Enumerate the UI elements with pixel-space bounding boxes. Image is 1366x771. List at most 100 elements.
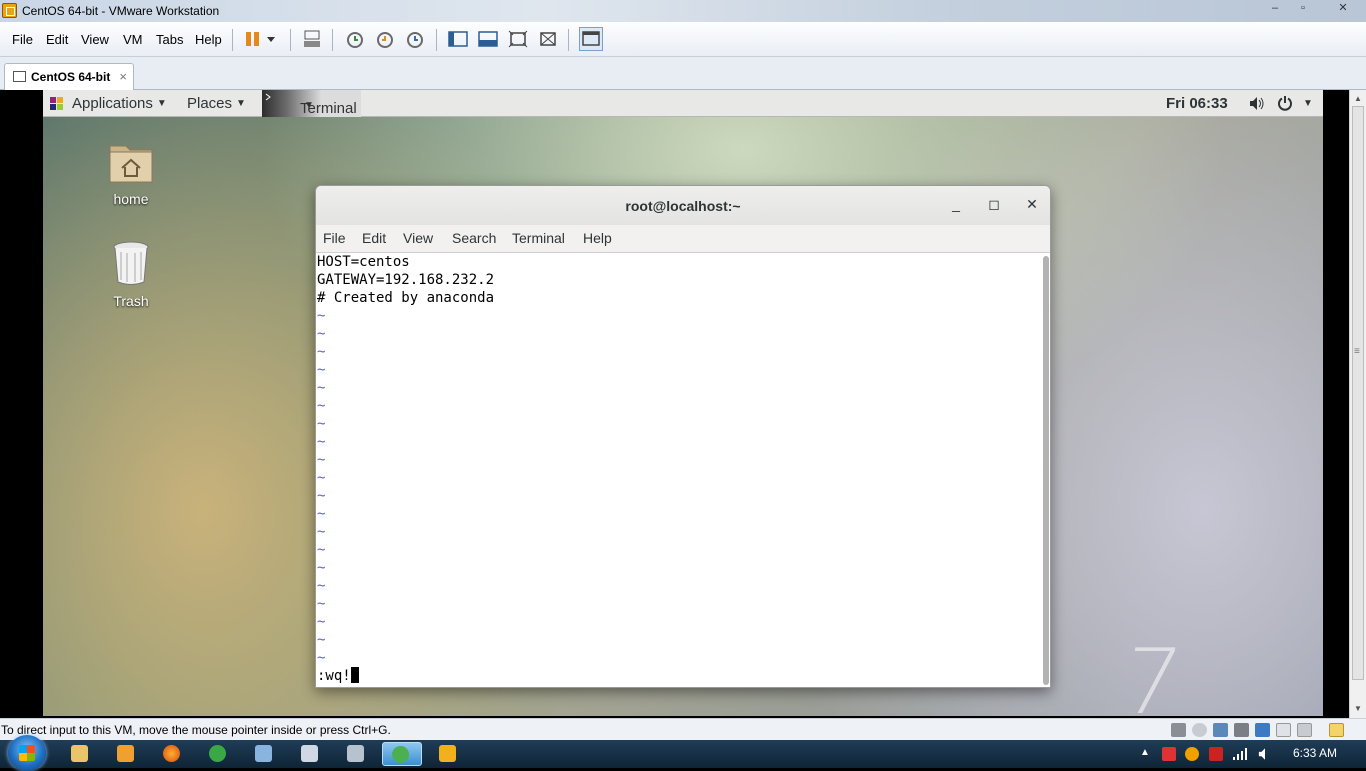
- scroll-down-icon[interactable]: ▼: [1354, 704, 1362, 713]
- scroll-grip-icon: ≡: [1354, 346, 1360, 357]
- chevron-down-icon: ▼: [304, 100, 314, 111]
- display-icon[interactable]: [1297, 723, 1312, 737]
- chevron-down-icon[interactable]: [264, 28, 278, 50]
- vim-tilde-line: ~: [317, 632, 326, 648]
- terminal-scrollbar-thumb[interactable]: [1043, 256, 1049, 685]
- tab-centos[interactable]: CentOS 64-bit ×: [4, 63, 134, 90]
- menu-help[interactable]: Help: [195, 32, 222, 47]
- taskbar-control-panel[interactable]: [246, 742, 282, 766]
- hard-disk-icon[interactable]: [1171, 723, 1186, 737]
- taskbar-firefox[interactable]: [154, 742, 190, 766]
- network-icon: [392, 746, 409, 763]
- menu-vm[interactable]: VM: [123, 32, 143, 47]
- home-folder-icon: [109, 145, 153, 183]
- minimize-button[interactable]: –: [1262, 1, 1288, 17]
- snapshot-manager-icon[interactable]: [404, 28, 426, 50]
- menu-view[interactable]: View: [81, 32, 109, 47]
- volume-icon[interactable]: [1249, 96, 1265, 111]
- applications-label: Applications: [72, 95, 153, 112]
- menu-toolbar: File Edit View VM Tabs Help: [0, 22, 1366, 57]
- start-button[interactable]: [8, 735, 46, 771]
- speaker-icon[interactable]: [1258, 747, 1272, 761]
- menu-edit[interactable]: Edit: [46, 32, 68, 47]
- panel-clock[interactable]: Fri 06:33: [1166, 95, 1228, 112]
- usb-icon[interactable]: [1255, 723, 1270, 737]
- terminal-menu-terminal[interactable]: Terminal: [512, 230, 565, 246]
- taskbar-explorer[interactable]: [62, 742, 98, 766]
- terminal-menu-edit[interactable]: Edit: [362, 230, 386, 246]
- revert-snapshot-icon[interactable]: [374, 28, 396, 50]
- terminal-content[interactable]: HOST=centos GATEWAY=192.168.232.2 # Create…: [316, 253, 1040, 687]
- terminal-line: GATEWAY=192.168.232.2: [317, 272, 495, 288]
- close-button[interactable]: ✕: [1330, 1, 1356, 17]
- menu-file[interactable]: File: [12, 32, 33, 47]
- vim-empty-lines: ~ ~ ~ ~ ~ ~ ~ ~ ~ ~ ~ ~ ~ ~ ~ ~ ~ ~ ~ ~: [317, 307, 1040, 667]
- vim-tilde-line: ~: [317, 542, 326, 558]
- firefox-icon: [163, 745, 180, 762]
- menu-tabs[interactable]: Tabs: [156, 32, 183, 47]
- terminal-taskbar-button[interactable]: Terminal ▼: [262, 90, 361, 117]
- terminal-line: # Created by anaconda: [317, 290, 495, 306]
- desktop-icon-trash[interactable]: Trash: [86, 240, 176, 309]
- terminal-maximize-button[interactable]: ◻: [984, 196, 1004, 213]
- terminal-menu-file[interactable]: File: [323, 230, 346, 246]
- action-center-icon[interactable]: [1162, 747, 1176, 761]
- scroll-up-icon[interactable]: ▲: [1354, 94, 1362, 103]
- terminal-menubar: File Edit View Search Terminal Help: [316, 225, 1050, 253]
- terminal-line: HOST=centos: [317, 254, 410, 270]
- taskbar-media-player[interactable]: [108, 742, 144, 766]
- terminal-scrollbar[interactable]: [1040, 253, 1050, 687]
- vim-tilde-line: ~: [317, 344, 326, 360]
- tab-bar: CentOS 64-bit ×: [0, 57, 1366, 90]
- vim-command-line[interactable]: :wq!: [317, 667, 1040, 685]
- places-menu[interactable]: Places ▼: [187, 95, 246, 112]
- tab-close-icon[interactable]: ×: [119, 69, 127, 84]
- taskbar-calculator[interactable]: [338, 742, 374, 766]
- toolbar-separator: [568, 29, 569, 51]
- network-adapter-icon[interactable]: [1213, 723, 1228, 737]
- signal-icon[interactable]: [1232, 747, 1248, 761]
- terminal-close-button[interactable]: ✕: [1022, 196, 1042, 213]
- thumbnail-view-icon[interactable]: [477, 28, 499, 50]
- vm-scrollbar[interactable]: ▲ ≡ ▼: [1349, 90, 1366, 718]
- show-hidden-icons-icon[interactable]: ▲: [1140, 747, 1150, 758]
- chevron-down-icon[interactable]: ▼: [1303, 98, 1313, 109]
- terminal-menu-view[interactable]: View: [403, 230, 433, 246]
- cd-dvd-icon[interactable]: [1192, 723, 1207, 737]
- pause-icon[interactable]: [242, 28, 264, 50]
- taskbar-app[interactable]: [200, 742, 236, 766]
- tray-security-icon[interactable]: [1209, 747, 1223, 761]
- sound-card-icon[interactable]: [1276, 723, 1291, 737]
- toolbar-separator: [232, 29, 233, 51]
- guest-desktop[interactable]: Applications ▼ Places ▼ Terminal ▼ Fri 06:3…: [43, 90, 1323, 716]
- printer-icon[interactable]: [1234, 723, 1249, 737]
- remote-desktop-icon: [301, 745, 318, 762]
- desktop-icon-home[interactable]: home: [86, 140, 176, 207]
- terminal-titlebar[interactable]: root@localhost:~ _ ◻ ✕: [316, 186, 1050, 225]
- tray-app-icon[interactable]: [1185, 747, 1199, 761]
- vim-tilde-line: ~: [317, 596, 326, 612]
- taskbar-remote-desktop[interactable]: [292, 742, 328, 766]
- status-bar: To direct input to this VM, move the mou…: [0, 718, 1366, 740]
- full-screen-icon[interactable]: [507, 28, 529, 50]
- snapshot-icon[interactable]: [344, 28, 366, 50]
- library-view-icon[interactable]: [447, 28, 469, 50]
- message-log-icon[interactable]: [1329, 723, 1344, 737]
- power-icon[interactable]: [1277, 95, 1293, 111]
- unity-icon[interactable]: [537, 28, 559, 50]
- window-title: CentOS 64-bit - VMware Workstation: [22, 4, 220, 18]
- taskbar-vmware[interactable]: [430, 742, 466, 766]
- vm-scrollbar-thumb[interactable]: [1352, 106, 1364, 680]
- taskbar-network[interactable]: [382, 742, 422, 766]
- send-keys-icon[interactable]: [301, 28, 323, 50]
- terminal-window[interactable]: root@localhost:~ _ ◻ ✕ File Edit View Se…: [315, 185, 1051, 688]
- console-view-icon[interactable]: [579, 27, 603, 51]
- terminal-menu-search[interactable]: Search: [452, 230, 496, 246]
- system-clock[interactable]: 6:33 AM: [1293, 746, 1337, 760]
- restore-button[interactable]: ▫: [1290, 1, 1316, 17]
- terminal-minimize-button[interactable]: _: [946, 196, 966, 212]
- centos-7-watermark: 7: [1115, 630, 1188, 716]
- terminal-menu-help[interactable]: Help: [583, 230, 612, 246]
- applications-menu[interactable]: Applications ▼: [72, 95, 167, 112]
- chevron-down-icon: ▼: [156, 98, 167, 109]
